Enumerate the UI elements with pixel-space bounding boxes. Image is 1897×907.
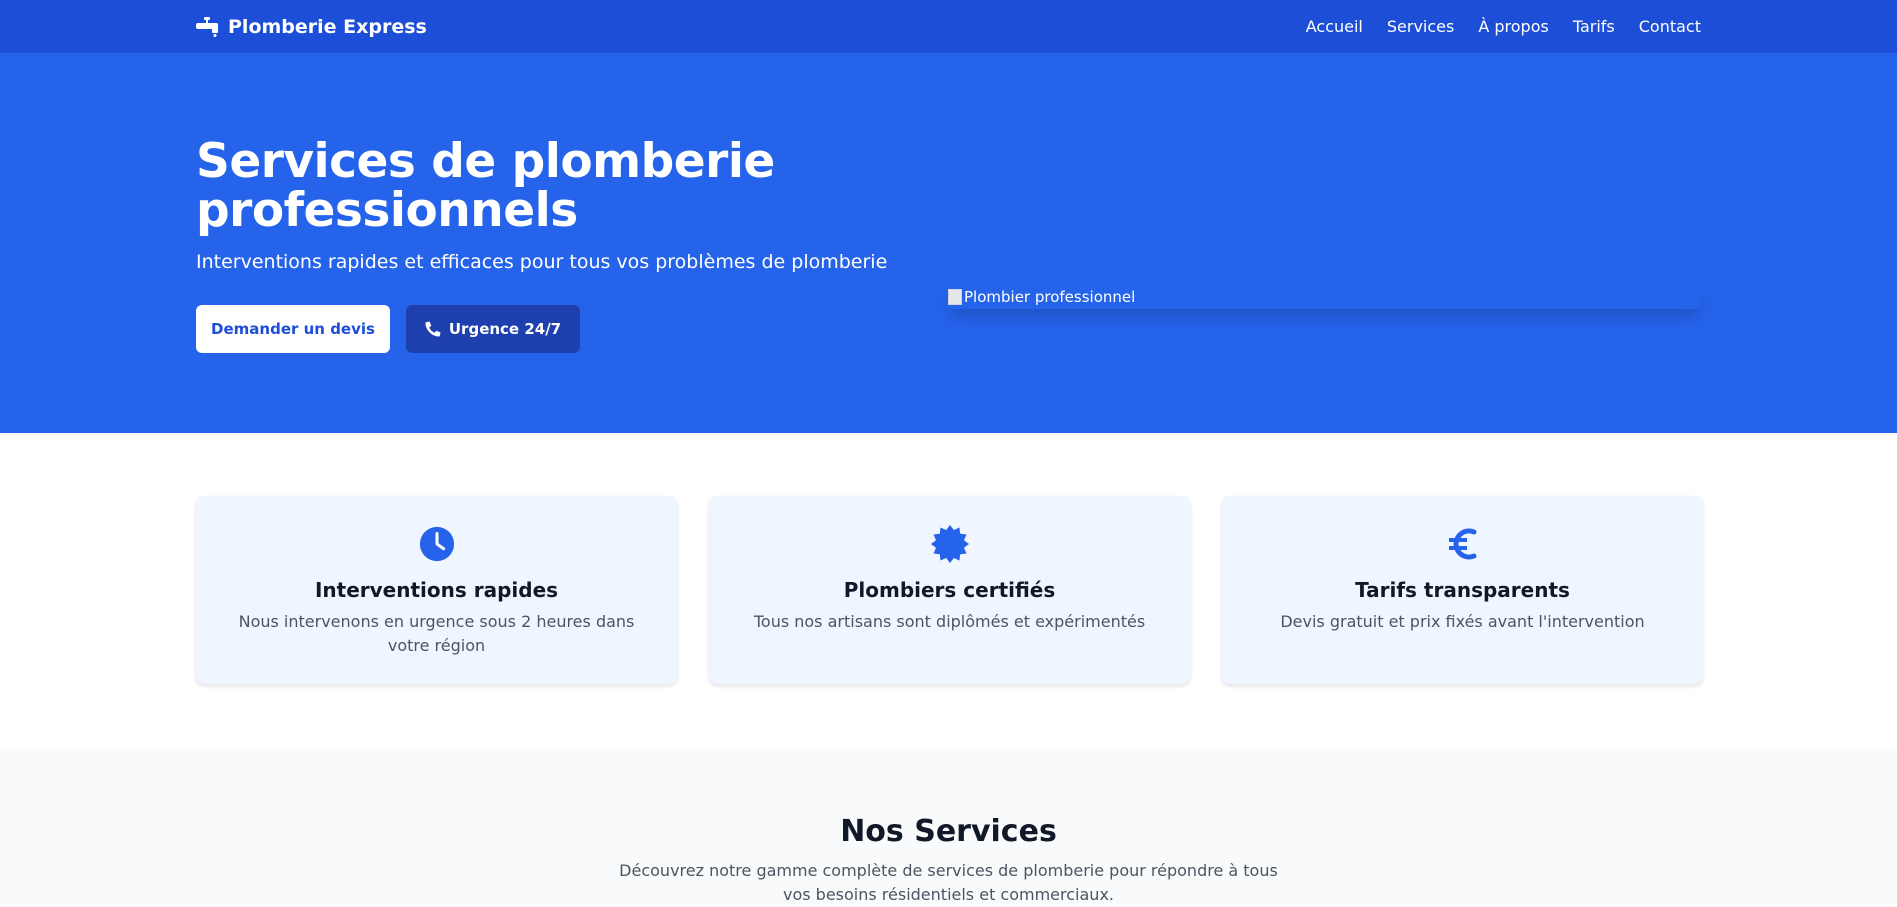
feature-card: Interventions rapides Nous intervenons e… [196, 496, 677, 684]
feature-description: Nous intervenons en urgence sous 2 heure… [238, 612, 635, 655]
certificate-icon [930, 524, 970, 564]
clock-icon [417, 524, 457, 564]
phone-icon [425, 321, 441, 337]
hero-title-line2: professionnels [196, 183, 578, 238]
hero-image: Plombier professionnel [948, 285, 1700, 309]
hero-title: Services de plomberie professionnels [196, 137, 896, 235]
broken-image-icon [948, 289, 962, 305]
hero-buttons: Demander un devis Urgence 24/7 [196, 305, 580, 353]
nav-link-contact[interactable]: Contact [1639, 17, 1701, 36]
feature-title: Tarifs transparents [1355, 578, 1570, 602]
emergency-button[interactable]: Urgence 24/7 [406, 305, 580, 353]
hero-title-line1: Services de plomberie [196, 134, 775, 189]
hero-section: Services de plomberie professionnels Int… [0, 53, 1897, 433]
nav-link-services[interactable]: Services [1387, 17, 1454, 36]
feature-card: Plombiers certifiés Tous nos artisans so… [709, 496, 1190, 684]
hero-subtitle: Interventions rapides et efficaces pour … [196, 251, 888, 273]
brand-logo[interactable]: Plomberie Express [196, 16, 427, 38]
brand-name: Plomberie Express [228, 15, 427, 38]
navbar: Plomberie Express Accueil Services À pro… [0, 0, 1897, 53]
feature-description: Devis gratuit et prix fixés avant l'inte… [1280, 612, 1645, 631]
hero-image-alt: Plombier professionnel [964, 288, 1136, 306]
feature-description: Tous nos artisans sont diplômés et expér… [753, 612, 1146, 631]
nav-links: Accueil Services À propos Tarifs Contact [1306, 17, 1701, 36]
request-quote-button[interactable]: Demander un devis [196, 305, 390, 353]
faucet-icon [196, 16, 218, 37]
feature-card: Tarifs transparents Devis gratuit et pri… [1222, 496, 1703, 684]
feature-title: Interventions rapides [314, 578, 559, 602]
euro-icon [1443, 524, 1483, 564]
services-title: Nos Services [840, 814, 1057, 849]
features-section: Interventions rapides Nous intervenons e… [0, 433, 1897, 748]
emergency-button-label: Urgence 24/7 [448, 320, 562, 338]
nav-link-a-propos[interactable]: À propos [1478, 17, 1548, 36]
hero-text: Services de plomberie professionnels Int… [196, 137, 896, 273]
services-description: Découvrez notre gamme complète de servic… [619, 861, 1278, 904]
services-section: Nos Services Découvrez notre gamme compl… [0, 748, 1897, 904]
feature-grid: Interventions rapides Nous intervenons e… [196, 496, 1703, 684]
nav-link-accueil[interactable]: Accueil [1306, 17, 1363, 36]
nav-link-tarifs[interactable]: Tarifs [1573, 17, 1615, 36]
feature-title: Plombiers certifiés [843, 578, 1056, 602]
